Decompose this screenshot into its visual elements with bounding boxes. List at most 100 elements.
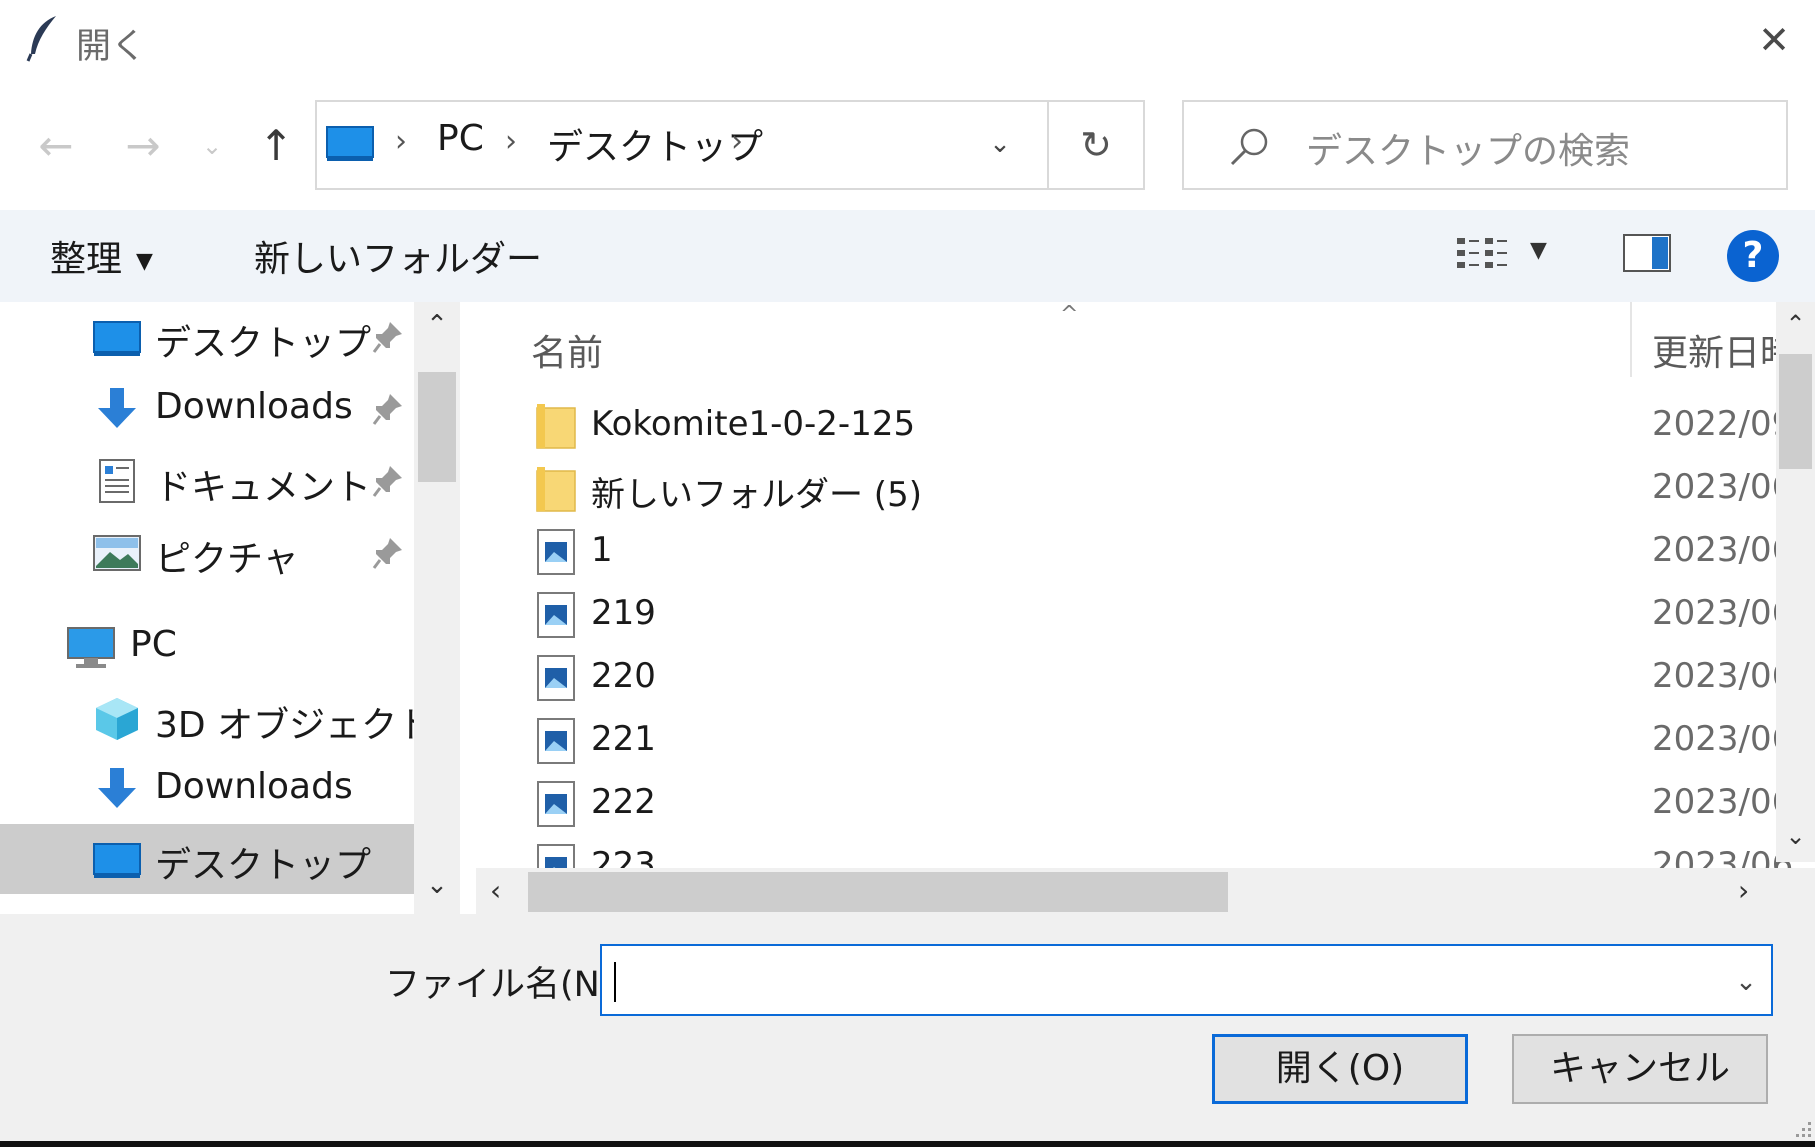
list-item[interactable]: 222 2023/06 bbox=[476, 772, 1793, 835]
sidebar-item-3d-objects[interactable]: 3D オブジェクト bbox=[0, 684, 433, 754]
desktop-icon bbox=[93, 321, 141, 356]
pin-icon[interactable] bbox=[372, 536, 404, 570]
close-button[interactable]: ✕ bbox=[1752, 18, 1796, 62]
breadcrumb-separator[interactable]: › bbox=[731, 124, 743, 159]
column-header-date[interactable]: 更新日時 bbox=[1652, 324, 1796, 376]
file-name: 222 bbox=[591, 782, 656, 822]
chevron-down-icon[interactable]: ⌄ bbox=[980, 122, 1020, 166]
file-list-horizontal-scrollbar[interactable]: ‹ › bbox=[476, 868, 1776, 914]
up-button[interactable]: ↑ bbox=[250, 116, 302, 176]
file-date: 2023/06 bbox=[1652, 656, 1794, 696]
recent-locations-button[interactable]: ⌄ bbox=[192, 116, 232, 176]
sidebar-item-documents[interactable]: ドキュメント bbox=[0, 446, 414, 516]
file-name: Kokomite1-0-2-125 bbox=[591, 404, 916, 444]
scrollbar-corner bbox=[1776, 868, 1815, 914]
sort-ascending-icon: ^ bbox=[1060, 302, 1079, 327]
sidebar-item-label: デスクトップ bbox=[155, 323, 372, 364]
list-item[interactable]: 220 2023/06 bbox=[476, 646, 1793, 709]
search-placeholder: デスクトップの検索 bbox=[1306, 131, 1631, 172]
organize-button[interactable]: 整理 ▼ bbox=[50, 230, 153, 280]
file-name: 新しいフォルダー (5) bbox=[591, 475, 922, 515]
column-header-name[interactable]: 名前 bbox=[531, 324, 603, 376]
back-button[interactable]: ← bbox=[30, 116, 82, 176]
3d-objects-icon bbox=[96, 698, 138, 740]
view-options-arrow-icon[interactable]: ▼ bbox=[1530, 238, 1547, 263]
computer-icon bbox=[67, 627, 115, 668]
sidebar-item-desktop[interactable]: デスクトップ bbox=[0, 302, 414, 372]
help-icon[interactable]: ? bbox=[1727, 230, 1779, 282]
dialog-footer: ファイル名(N): ⌄ 開く(O) キャンセル bbox=[0, 914, 1815, 1147]
refresh-button[interactable]: ↻ bbox=[1047, 102, 1143, 188]
sidebar-item-label: PC bbox=[130, 624, 177, 665]
scrollbar-thumb[interactable] bbox=[528, 872, 1228, 912]
list-item[interactable]: 新しいフォルダー (5) 2023/06 bbox=[476, 457, 1793, 520]
file-name: 219 bbox=[591, 593, 656, 633]
caret-down-icon: ▼ bbox=[136, 248, 153, 274]
scroll-left-icon[interactable]: ‹ bbox=[490, 874, 501, 907]
image-file-icon bbox=[537, 781, 575, 827]
sidebar-scrollbar[interactable]: ⌃ ⌄ bbox=[414, 302, 460, 914]
cancel-button[interactable]: キャンセル bbox=[1512, 1034, 1768, 1104]
scroll-up-icon[interactable]: ⌃ bbox=[414, 310, 460, 350]
new-folder-button[interactable]: 新しいフォルダー bbox=[254, 230, 542, 280]
address-bar[interactable]: › PC › デスクトップ › ⌄ ↻ bbox=[315, 100, 1145, 190]
list-item[interactable]: 219 2023/06 bbox=[476, 583, 1793, 646]
sidebar-item-label: デスクトップ bbox=[155, 845, 372, 886]
sidebar-item-label: 3D オブジェクト bbox=[155, 705, 434, 746]
list-item[interactable]: 1 2023/06 bbox=[476, 520, 1793, 583]
text-caret bbox=[614, 962, 616, 1002]
image-file-icon bbox=[537, 655, 575, 701]
sidebar-item-label: ドキュメント bbox=[155, 467, 372, 508]
column-divider[interactable] bbox=[1630, 302, 1632, 377]
breadcrumb-pc[interactable]: PC bbox=[437, 118, 484, 159]
sidebar-item-label: ピクチャ bbox=[155, 539, 299, 580]
scroll-down-icon[interactable]: ⌄ bbox=[1776, 822, 1815, 858]
toolbar: 整理 ▼ 新しいフォルダー ▼ ? bbox=[0, 210, 1815, 302]
file-name: 1 bbox=[591, 530, 613, 570]
image-file-icon bbox=[537, 718, 575, 764]
list-item[interactable]: 221 2023/06 bbox=[476, 709, 1793, 772]
scrollbar-thumb[interactable] bbox=[418, 372, 456, 482]
sidebar-item-desktop-pc[interactable]: デスクトップ bbox=[0, 824, 414, 894]
file-date: 2023/06 bbox=[1652, 782, 1794, 822]
download-icon bbox=[98, 388, 136, 428]
sidebar-item-pc[interactable]: PC bbox=[0, 612, 414, 682]
navigation-pane: デスクトップ Downloads ドキュメント ピクチャ PC 3D オブジェク… bbox=[0, 302, 460, 914]
search-input[interactable]: デスクトップの検索 bbox=[1182, 100, 1788, 190]
sidebar-item-label: Downloads bbox=[155, 766, 353, 807]
sidebar-item-downloads[interactable]: Downloads bbox=[0, 374, 414, 444]
file-name: 221 bbox=[591, 719, 656, 759]
file-date: 2023/06 bbox=[1652, 719, 1794, 759]
forward-button[interactable]: → bbox=[117, 116, 169, 176]
pictures-icon bbox=[93, 535, 141, 571]
search-icon bbox=[1230, 128, 1268, 166]
resize-grip-icon[interactable] bbox=[1788, 1114, 1814, 1144]
pin-icon[interactable] bbox=[372, 464, 404, 498]
document-icon bbox=[99, 459, 135, 503]
feather-icon bbox=[26, 16, 56, 62]
breadcrumb-separator: › bbox=[505, 124, 517, 159]
scroll-right-icon[interactable]: › bbox=[1738, 874, 1749, 907]
file-list: ^ 名前 更新日時 Kokomite1-0-2-125 2022/09 新しいフ… bbox=[476, 302, 1815, 914]
view-details-icon[interactable] bbox=[1455, 232, 1509, 278]
file-list-vertical-scrollbar[interactable]: ⌃ ⌄ bbox=[1776, 302, 1815, 862]
file-name: 220 bbox=[591, 656, 656, 696]
filename-input[interactable]: ⌄ bbox=[600, 944, 1773, 1016]
list-item[interactable]: Kokomite1-0-2-125 2022/09 bbox=[476, 394, 1793, 457]
sidebar-item-downloads-pc[interactable]: Downloads bbox=[0, 754, 414, 824]
sidebar-item-pictures[interactable]: ピクチャ bbox=[0, 518, 414, 588]
scrollbar-thumb[interactable] bbox=[1779, 354, 1812, 469]
preview-pane-icon[interactable] bbox=[1622, 232, 1672, 274]
refresh-icon: ↻ bbox=[1080, 123, 1112, 167]
title-bar: 開く ✕ bbox=[0, 0, 1815, 78]
sidebar-item-label: Downloads bbox=[155, 386, 353, 427]
open-button[interactable]: 開く(O) bbox=[1212, 1034, 1468, 1104]
pin-icon[interactable] bbox=[372, 320, 404, 354]
organize-label: 整理 bbox=[50, 239, 123, 280]
file-date: 2023/06 bbox=[1652, 530, 1794, 570]
chevron-down-icon[interactable]: ⌄ bbox=[1726, 960, 1766, 1004]
scroll-down-icon[interactable]: ⌄ bbox=[414, 870, 460, 910]
folder-icon bbox=[536, 404, 576, 449]
scroll-up-icon[interactable]: ⌃ bbox=[1776, 310, 1815, 346]
pin-icon[interactable] bbox=[372, 392, 404, 426]
